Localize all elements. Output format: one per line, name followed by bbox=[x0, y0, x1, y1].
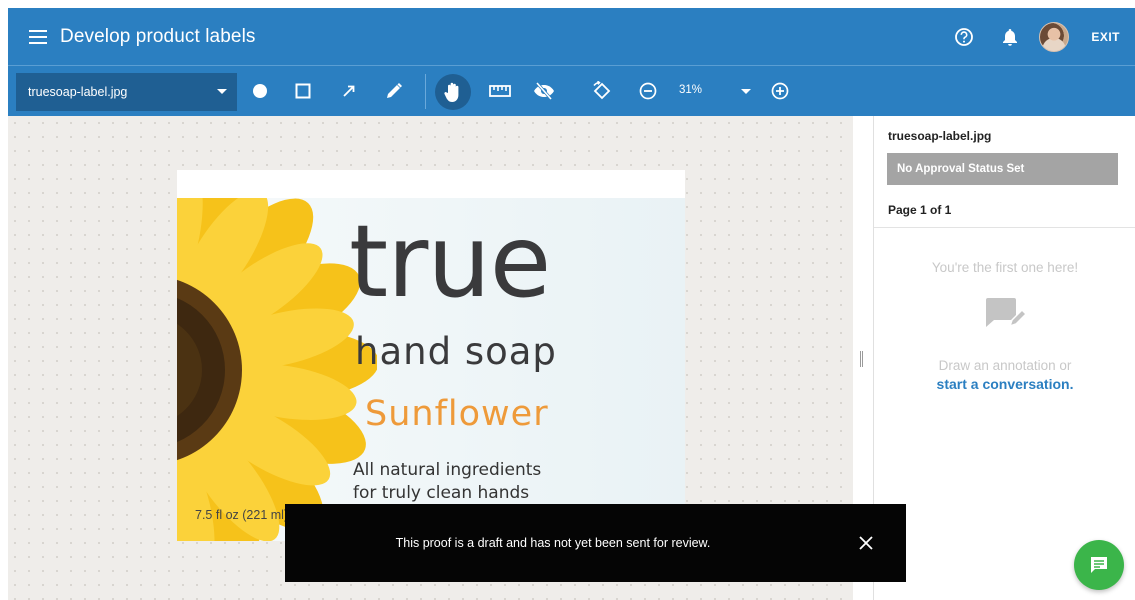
comments-panel: truesoap-label.jpg No Approval Status Se… bbox=[873, 116, 1135, 600]
empty-state-hint: Draw an annotation or bbox=[938, 358, 1072, 373]
avatar[interactable] bbox=[1039, 21, 1070, 52]
file-select-label: truesoap-label.jpg bbox=[28, 85, 128, 99]
label-product: hand soap bbox=[355, 330, 557, 373]
app-header: Develop product labels EXIT bbox=[8, 8, 1135, 65]
proof-top-margin bbox=[177, 170, 685, 198]
page-title: Develop product labels bbox=[60, 25, 256, 47]
exit-button[interactable]: EXIT bbox=[1091, 30, 1120, 44]
proof-image: true hand soap Sunflower All natural ing… bbox=[177, 170, 685, 541]
panel-file-name: truesoap-label.jpg bbox=[888, 129, 992, 143]
empty-state-title: You're the first one here! bbox=[931, 260, 1079, 275]
close-icon[interactable] bbox=[857, 534, 875, 552]
start-conversation-link[interactable]: start a conversation. bbox=[874, 376, 1135, 392]
label-tagline-line1: All natural ingredients bbox=[353, 460, 542, 480]
zoom-in-icon[interactable] bbox=[767, 78, 793, 104]
rotate-icon[interactable] bbox=[589, 78, 615, 104]
toolbar-divider bbox=[425, 74, 426, 109]
chevron-down-icon bbox=[217, 89, 227, 94]
zoom-level: 31% bbox=[679, 84, 703, 96]
bell-icon[interactable] bbox=[999, 26, 1021, 48]
help-icon[interactable] bbox=[953, 26, 975, 48]
file-select[interactable]: truesoap-label.jpg bbox=[16, 73, 237, 111]
label-volume: 7.5 fl oz (221 ml) bbox=[195, 508, 289, 522]
ruler-icon[interactable] bbox=[487, 78, 513, 104]
zoom-out-icon[interactable] bbox=[635, 78, 661, 104]
page-indicator: Page 1 of 1 bbox=[888, 203, 952, 217]
annotation-toolbar: truesoap-label.jpg 31% bbox=[8, 65, 1135, 116]
label-brand: true bbox=[349, 203, 551, 320]
pencil-tool-icon[interactable] bbox=[381, 78, 407, 104]
menu-icon[interactable] bbox=[20, 29, 56, 44]
sunflower-graphic bbox=[177, 198, 377, 541]
chat-icon bbox=[1091, 557, 1107, 573]
comment-edit-icon bbox=[984, 296, 1028, 337]
hide-annotations-icon[interactable] bbox=[531, 78, 557, 104]
chat-button[interactable] bbox=[1074, 540, 1124, 590]
circle-tool-icon[interactable] bbox=[247, 78, 273, 104]
label-tagline-line2: for truly clean hands bbox=[353, 483, 530, 503]
label-scent: Sunflower bbox=[365, 394, 549, 434]
label-tagline: All natural ingredients for truly clean … bbox=[353, 459, 653, 505]
draft-notification: This proof is a draft and has not yet be… bbox=[285, 504, 906, 582]
arrow-tool-icon[interactable] bbox=[336, 78, 362, 104]
hand-tool-icon[interactable] bbox=[435, 74, 471, 110]
zoom-dropdown-icon[interactable] bbox=[741, 89, 751, 94]
square-tool-icon[interactable] bbox=[290, 78, 316, 104]
approval-status-button[interactable]: No Approval Status Set bbox=[887, 153, 1118, 185]
panel-divider bbox=[874, 227, 1135, 228]
notification-message: This proof is a draft and has not yet be… bbox=[395, 536, 711, 550]
panel-resize-handle[interactable] bbox=[860, 351, 863, 367]
